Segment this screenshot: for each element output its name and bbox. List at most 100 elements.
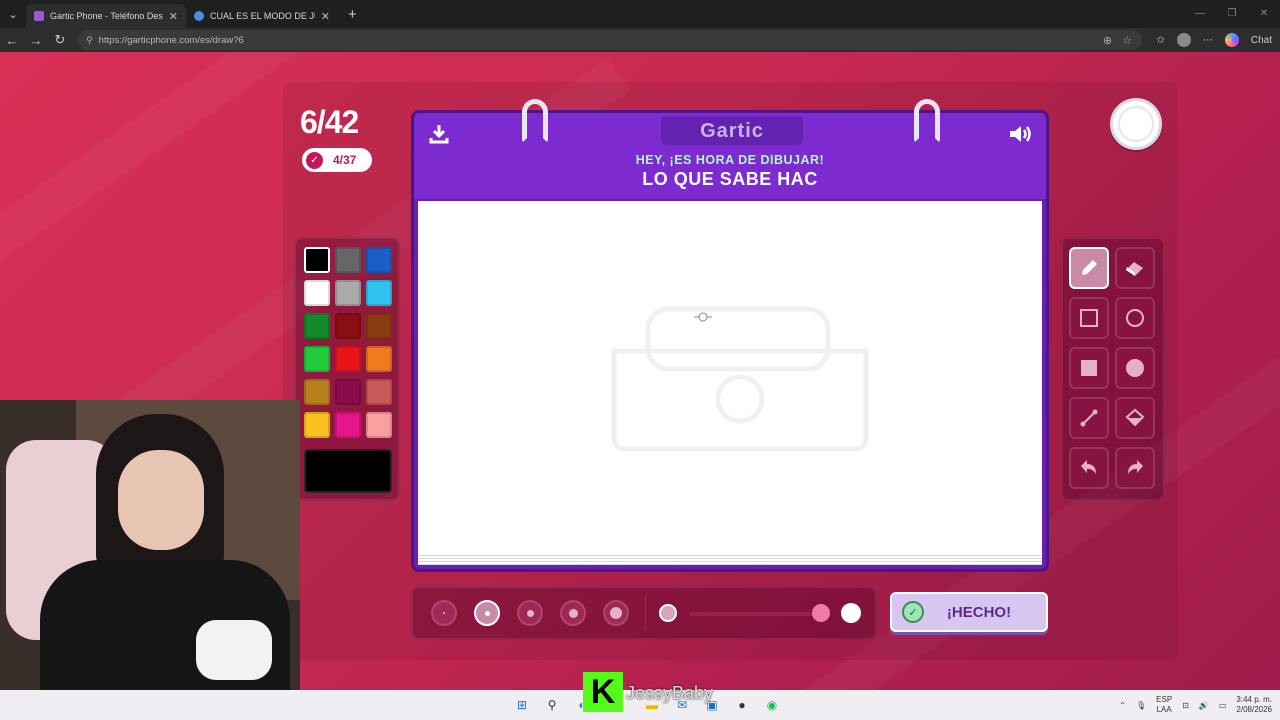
divider xyxy=(645,596,646,630)
color-swatch[interactable] xyxy=(304,412,330,438)
tray-expand-icon[interactable]: ⌃ xyxy=(1119,701,1126,710)
color-swatch[interactable] xyxy=(335,379,361,405)
webcam-microphone xyxy=(196,620,272,680)
opacity-high-icon xyxy=(841,603,861,623)
download-icon[interactable] xyxy=(428,123,450,150)
opacity-slider[interactable] xyxy=(689,612,819,616)
profile-avatar-icon[interactable] xyxy=(1176,33,1191,47)
language-indicator[interactable]: ESP LAA xyxy=(1156,695,1172,715)
brush-size-5[interactable] xyxy=(603,600,629,626)
color-swatch[interactable] xyxy=(335,247,361,273)
check-icon: ✓ xyxy=(902,601,924,623)
opacity-low-icon xyxy=(659,604,677,622)
players-done-pill: ✓ 4/37 xyxy=(302,148,372,172)
color-swatch[interactable] xyxy=(304,379,330,405)
favorites-icon[interactable]: ✩ xyxy=(1156,35,1164,46)
browser-tab-bar: ⌄ Gartic Phone - Teléfono Descomp ✕ CUAL… xyxy=(0,0,1280,28)
search-icon[interactable]: ⚲ xyxy=(542,695,562,715)
forward-arrow-icon[interactable]: → xyxy=(24,33,48,48)
check-icon: ✓ xyxy=(306,151,323,169)
back-arrow-icon[interactable]: ← xyxy=(0,33,24,48)
redo-tool[interactable] xyxy=(1115,447,1155,489)
circle-fill-tool[interactable] xyxy=(1115,347,1155,389)
gartic-favicon-icon xyxy=(34,11,44,21)
tool-panel xyxy=(1061,237,1165,501)
opacity-slider-knob[interactable] xyxy=(812,604,830,622)
color-swatch[interactable] xyxy=(366,412,392,438)
color-palette xyxy=(294,237,400,501)
clock[interactable]: 3:44 p. m. 2/08/2026 xyxy=(1236,695,1272,715)
bucket-icon xyxy=(1125,408,1145,427)
close-tab-icon[interactable]: ✕ xyxy=(321,10,330,23)
kick-logo: K xyxy=(583,672,623,712)
fill-bucket-tool[interactable] xyxy=(1115,397,1155,439)
rectangle-outline-tool[interactable] xyxy=(1069,297,1109,339)
brush-size-1[interactable] xyxy=(431,600,457,626)
chat-label[interactable]: Chat xyxy=(1251,35,1272,46)
drawing-notebook: Gartic HEY, ¡ES HORA DE DIBUJAR! LO QUE … xyxy=(411,99,1049,572)
line-tool[interactable] xyxy=(1069,397,1109,439)
webcam-face xyxy=(118,450,204,550)
rectangle-fill-tool[interactable] xyxy=(1069,347,1109,389)
eraser-tool[interactable] xyxy=(1115,247,1155,289)
more-menu-icon[interactable]: ⋯ xyxy=(1203,35,1213,46)
color-swatch[interactable] xyxy=(366,379,392,405)
circle-outline-tool[interactable] xyxy=(1115,297,1155,339)
round-counter: 6/42 xyxy=(300,104,359,140)
notebook-header: Gartic HEY, ¡ES HORA DE DIBUJAR! LO QUE … xyxy=(414,113,1046,199)
volume-icon[interactable]: 🔊 xyxy=(1199,701,1209,710)
site-info-icon[interactable]: ⚲ xyxy=(86,35,93,46)
tab-gartic-phone[interactable]: Gartic Phone - Teléfono Descomp ✕ xyxy=(26,4,186,28)
players-done-count: 4/37 xyxy=(333,153,357,167)
spotify-icon[interactable]: ◉ xyxy=(762,695,782,715)
color-swatch[interactable] xyxy=(366,280,392,306)
current-color[interactable] xyxy=(304,449,392,493)
minimize-icon[interactable]: — xyxy=(1184,0,1216,28)
tab-title: Gartic Phone - Teléfono Descomp xyxy=(50,11,163,21)
undo-tool[interactable] xyxy=(1069,447,1109,489)
done-button[interactable]: ✓ ¡HECHO! xyxy=(890,592,1048,632)
color-swatch[interactable] xyxy=(304,247,330,273)
window-controls: — ❐ ✕ xyxy=(1184,0,1280,28)
windows-start-icon[interactable]: ⊞ xyxy=(512,695,532,715)
color-swatch[interactable] xyxy=(366,247,392,273)
address-bar[interactable]: ⚲ https://garticphone.com/es/draw?6 ⊕ ☆ xyxy=(78,30,1142,50)
color-swatch[interactable] xyxy=(335,412,361,438)
brush-size-3[interactable] xyxy=(517,600,543,626)
color-swatch[interactable] xyxy=(304,346,330,372)
timer-icon xyxy=(1110,98,1162,150)
tab-search[interactable]: CUAL ES EL MODO DE JUEGO MA ✕ xyxy=(186,4,338,28)
sound-icon[interactable] xyxy=(1008,123,1034,150)
pencil-tool[interactable] xyxy=(1069,247,1109,289)
maximize-icon[interactable]: ❐ xyxy=(1216,0,1248,28)
drawing-canvas[interactable] xyxy=(418,201,1042,553)
obs-icon[interactable]: ● xyxy=(732,695,752,715)
line-icon xyxy=(1080,409,1098,427)
brush-size-4[interactable] xyxy=(560,600,586,626)
color-swatch[interactable] xyxy=(366,313,392,339)
prompt-header: HEY, ¡ES HORA DE DIBUJAR! xyxy=(635,153,825,167)
brush-size-2[interactable] xyxy=(474,600,500,626)
new-tab-plus-icon[interactable]: + xyxy=(348,6,357,23)
zoom-icon[interactable]: ⊕ xyxy=(1103,34,1112,47)
close-tab-icon[interactable]: ✕ xyxy=(169,10,178,23)
color-swatch[interactable] xyxy=(304,280,330,306)
network-icon[interactable]: ⊡ xyxy=(1182,701,1189,710)
notebook-ring xyxy=(914,99,940,143)
color-swatch[interactable] xyxy=(335,346,361,372)
tab-list-chevron-icon[interactable]: ⌄ xyxy=(0,0,26,28)
color-swatch[interactable] xyxy=(335,280,361,306)
color-swatch[interactable] xyxy=(335,313,361,339)
eraser-icon xyxy=(1126,262,1143,276)
color-swatch[interactable] xyxy=(366,346,392,372)
gartic-phone-watermark xyxy=(611,306,869,452)
url-text: https://garticphone.com/es/draw?6 xyxy=(98,34,244,46)
battery-icon[interactable]: ▭ xyxy=(1219,701,1227,710)
reload-icon[interactable]: ↻ xyxy=(48,32,72,48)
close-window-icon[interactable]: ✕ xyxy=(1248,0,1280,28)
copilot-icon[interactable] xyxy=(1224,33,1239,47)
color-swatch[interactable] xyxy=(304,313,330,339)
bookmark-star-icon[interactable]: ☆ xyxy=(1122,34,1132,47)
mic-icon[interactable]: 🎙 xyxy=(1136,701,1146,710)
browser-toolbar: ← → ↻ ⚲ https://garticphone.com/es/draw?… xyxy=(0,28,1280,52)
